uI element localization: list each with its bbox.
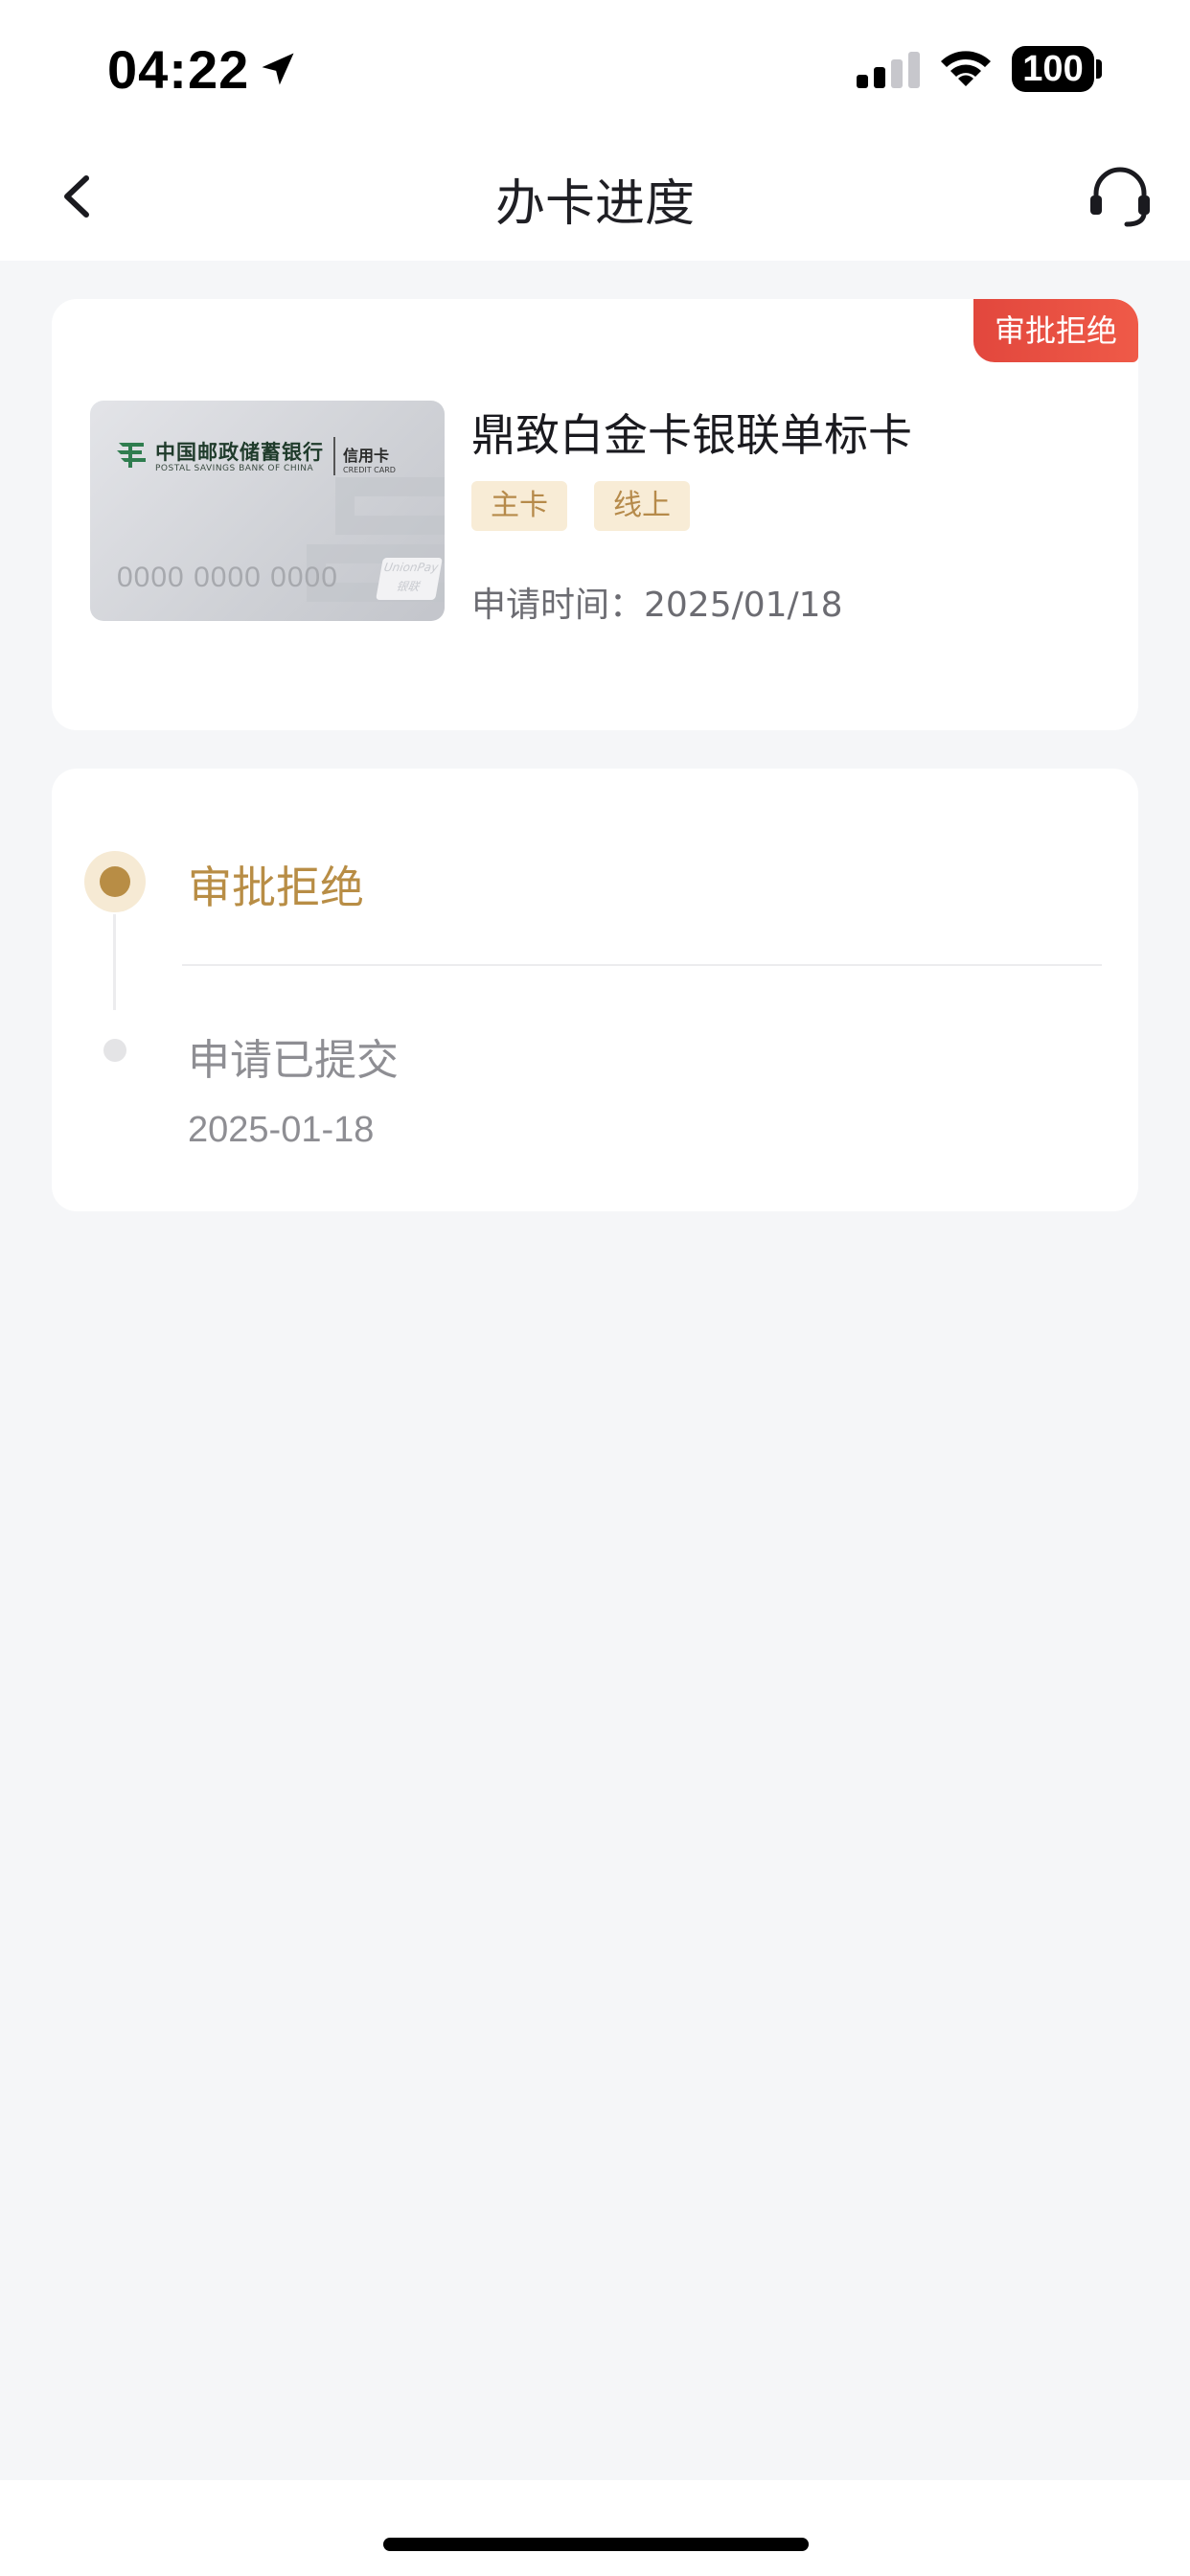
- unionpay-logo: UnionPay 银联: [376, 558, 443, 600]
- cellular-signal-icon: [857, 52, 920, 88]
- wifi-icon: [941, 51, 991, 86]
- bottom-safe-area: [0, 2480, 1190, 2576]
- credit-card-image: 中国邮政储蓄银行 POSTAL SAVINGS BANK OF CHINA 信用…: [90, 401, 445, 621]
- step-divider: [182, 964, 1102, 966]
- customer-service-icon[interactable]: [1088, 163, 1152, 230]
- card-product-name: 鼎致白金卡银联单标卡: [471, 409, 912, 461]
- card-type-label-en: CREDIT CARD: [343, 466, 396, 474]
- step-title-submitted: 申请已提交: [188, 1036, 399, 1085]
- tag-online: 线上: [594, 481, 690, 531]
- postal-bank-logo-icon: [117, 443, 146, 468]
- step-date-submitted: 2025-01-18: [188, 1110, 375, 1150]
- card-logo-divider: [333, 437, 335, 475]
- card-bank-name: 中国邮政储蓄银行: [155, 441, 324, 464]
- timeline-connector: [113, 914, 116, 1010]
- location-arrow-icon: [262, 53, 294, 85]
- step-title-rejected: 审批拒绝: [188, 862, 364, 913]
- nav-bar: 办卡进度: [0, 134, 1190, 261]
- apply-time: 申请时间：2025/01/18: [471, 586, 843, 625]
- status-time: 04:22: [107, 39, 250, 100]
- battery-tip: [1096, 59, 1102, 79]
- timeline-dot-inactive: [103, 1039, 126, 1062]
- timeline-dot-active: [100, 866, 130, 897]
- card-number: 0000 0000 0000: [117, 562, 338, 593]
- card-type-label: 信用卡: [343, 447, 390, 465]
- progress-timeline-panel: 审批拒绝 申请已提交 2025-01-18: [52, 769, 1138, 1211]
- card-progress-page: 04:22 100 办卡进度 审批拒绝 中国邮政储蓄银行 POSTAL SAVI…: [0, 0, 1190, 2576]
- page-title: 办卡进度: [494, 175, 695, 233]
- card-info-panel[interactable]: 审批拒绝 中国邮政储蓄银行 POSTAL SAVINGS BANK OF CHI…: [52, 299, 1138, 730]
- home-indicator[interactable]: [383, 2538, 809, 2551]
- status-bar: 04:22 100: [0, 0, 1190, 134]
- tag-primary-card: 主卡: [471, 481, 567, 531]
- status-badge: 审批拒绝: [973, 299, 1138, 362]
- card-bank-name-en: POSTAL SAVINGS BANK OF CHINA: [155, 464, 314, 473]
- battery-indicator: 100: [1012, 46, 1094, 92]
